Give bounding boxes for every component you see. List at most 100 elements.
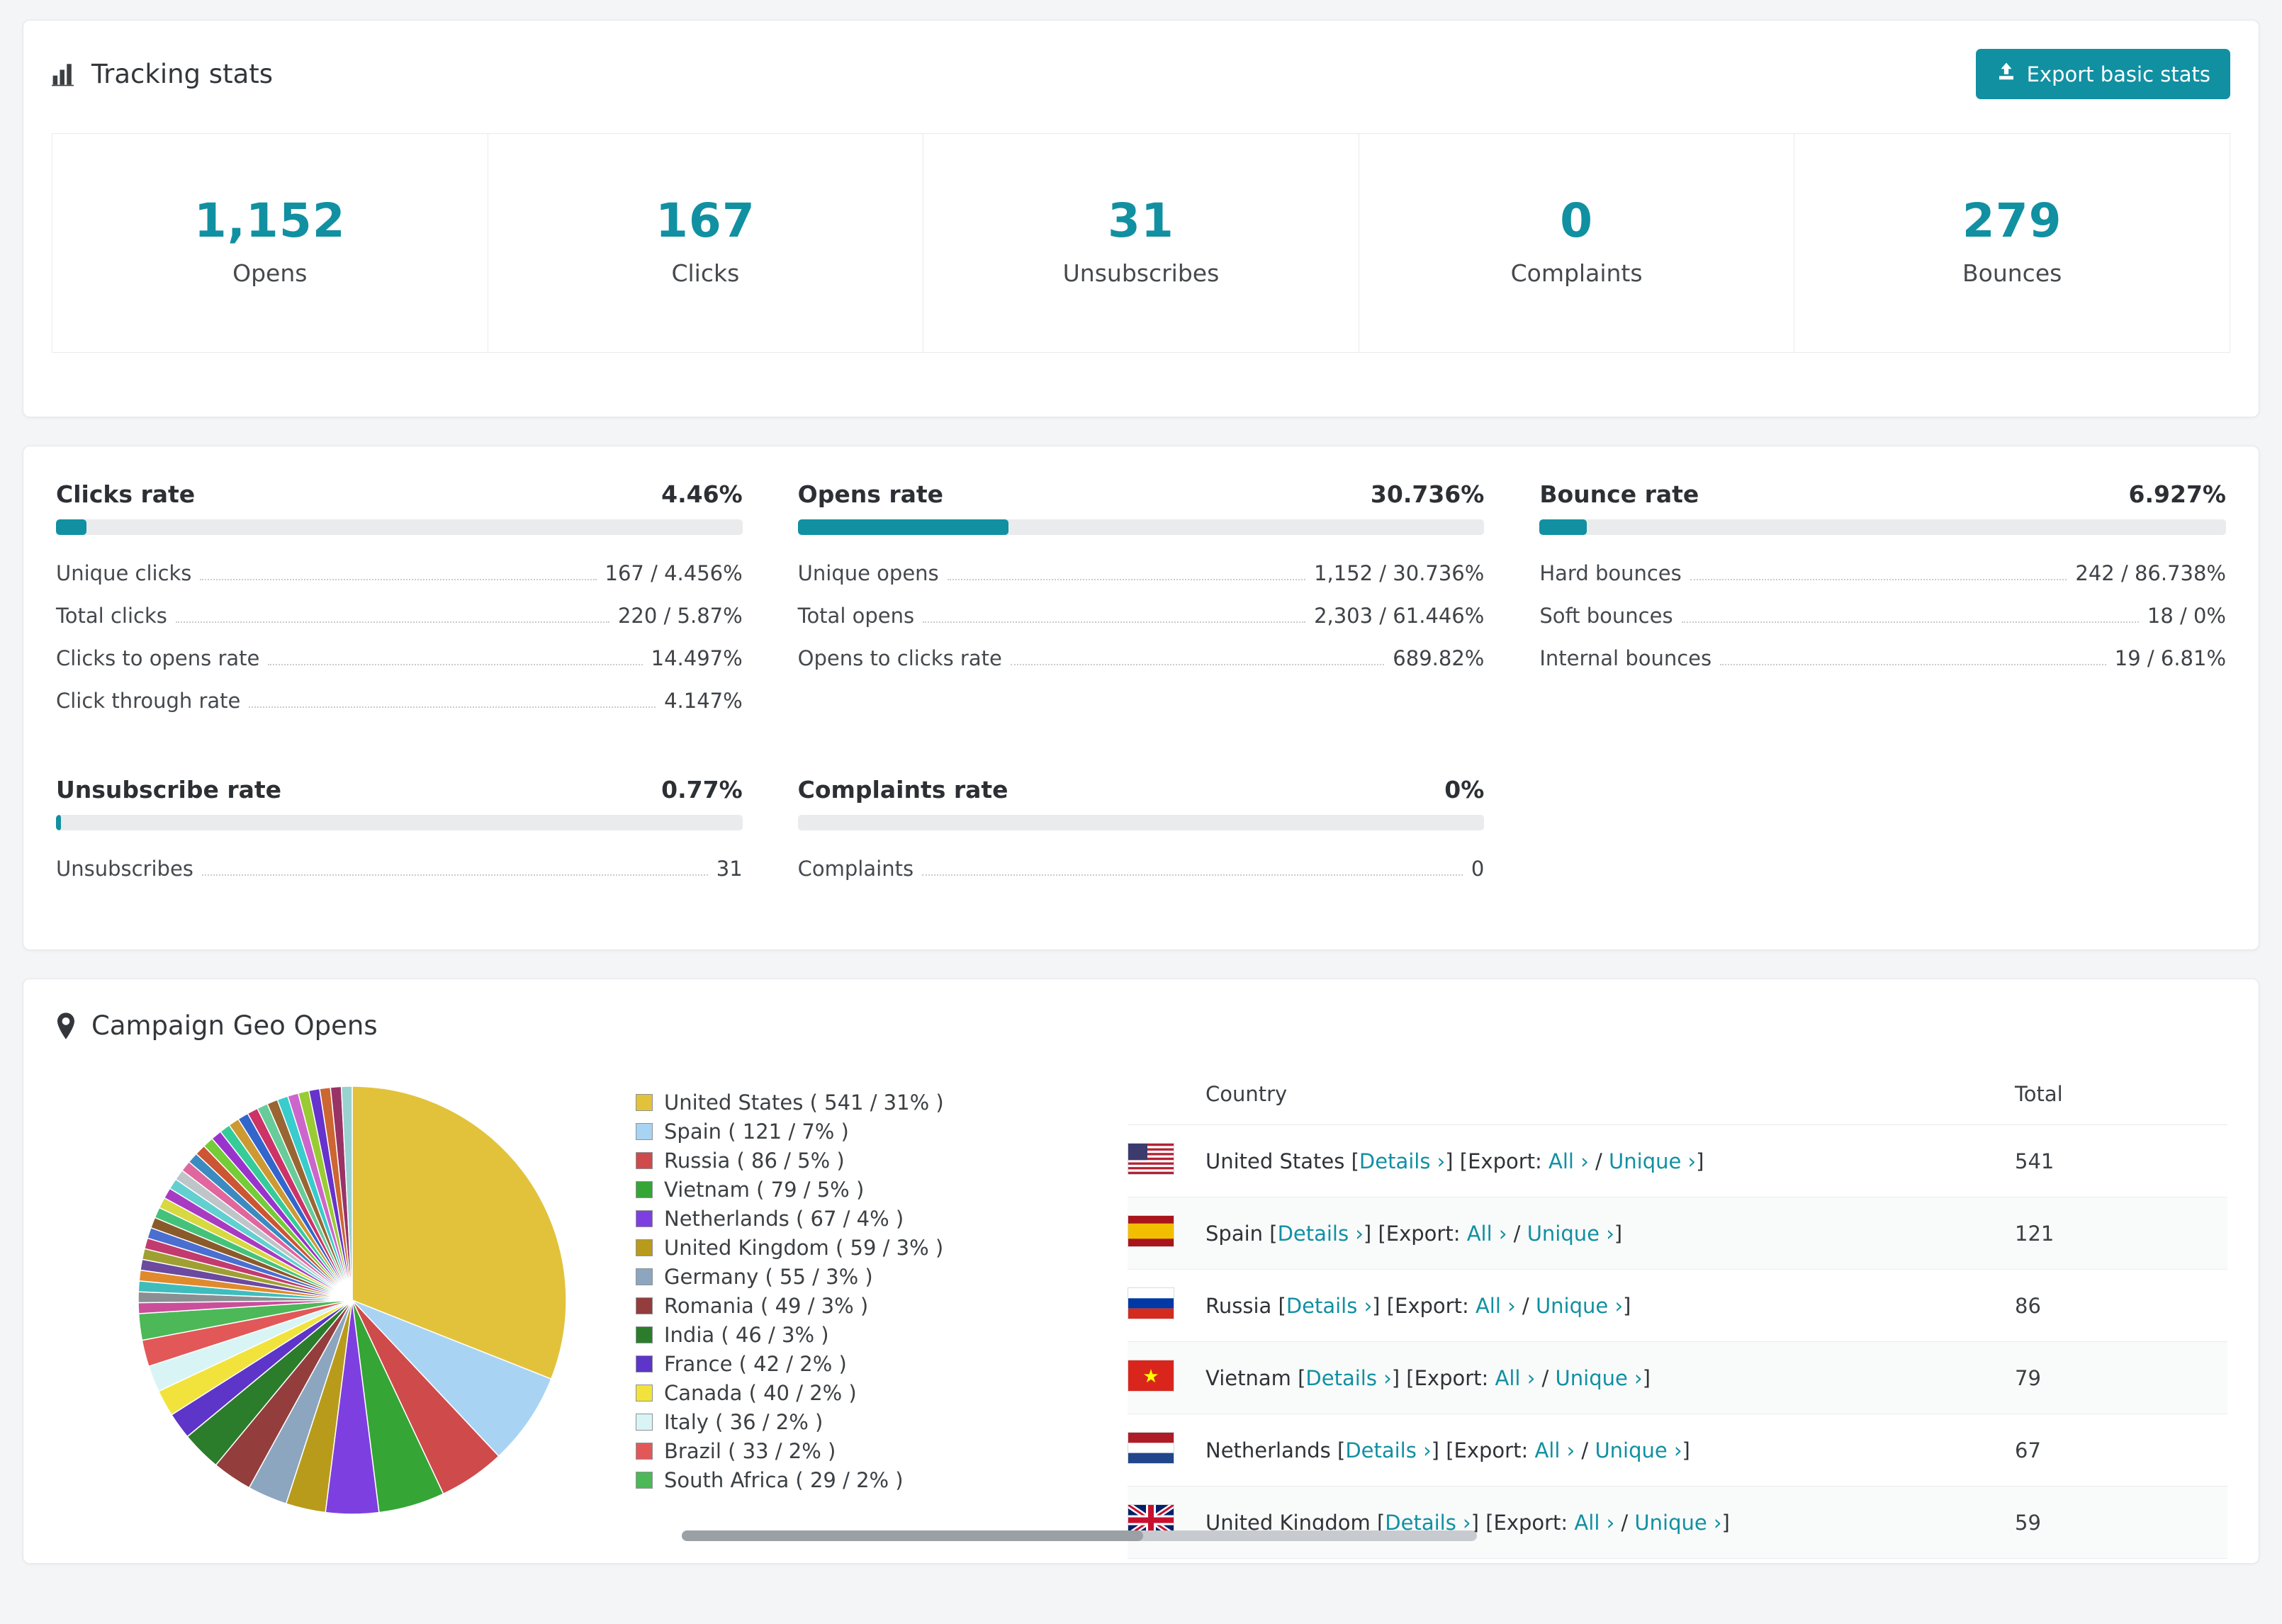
- export-icon: [1996, 61, 2017, 87]
- rate-value: 0.77%: [661, 776, 743, 803]
- details-link-ru[interactable]: Details ›: [1286, 1294, 1372, 1318]
- export-all-link-nl[interactable]: All ›: [1534, 1438, 1575, 1462]
- country-total: 67: [2015, 1414, 2227, 1487]
- flag-cell: [1128, 1414, 1205, 1487]
- legend-swatch: [636, 1239, 653, 1256]
- geo-opens-title: Campaign Geo Opens: [55, 1010, 2227, 1041]
- geo-table-header-row: Country Total: [1128, 1064, 2227, 1125]
- tracking-stats-title-text: Tracking stats: [91, 59, 274, 89]
- stat-line-value: 18 / 0%: [2147, 604, 2226, 628]
- country-column-header: Country: [1205, 1064, 2015, 1125]
- geo-content: United States ( 541 / 31% ) Spain ( 121 /…: [55, 1059, 2227, 1563]
- country-cell: United States [Details ›] [Export: All ›…: [1205, 1124, 2015, 1197]
- stat-line-value: 220 / 5.87%: [617, 604, 743, 628]
- rate-block-complaints-rate: Complaints rate 0% Complaints 0: [797, 776, 1485, 890]
- legend-label: Netherlands ( 67 / 4% ): [664, 1206, 904, 1231]
- export-all-link-us[interactable]: All ›: [1548, 1149, 1589, 1173]
- horizontal-scrollbar[interactable]: [682, 1530, 1477, 1541]
- export-unique-link-ru[interactable]: Unique ›: [1536, 1294, 1623, 1318]
- es-flag-icon: [1128, 1215, 1174, 1247]
- stat-box-complaints: 0 Complaints: [1358, 133, 1795, 353]
- total-column-header: Total: [2015, 1064, 2227, 1125]
- legend-swatch: [636, 1413, 653, 1431]
- rate-head: Complaints rate 0%: [798, 776, 1485, 803]
- tracking-stats-card: Tracking stats Export basic stats 1,152 O…: [23, 20, 2259, 417]
- stat-line-value: 1,152 / 30.736%: [1314, 561, 1485, 585]
- details-link-us[interactable]: Details ›: [1359, 1149, 1445, 1173]
- country-cell: Vietnam [Details ›] [Export: All › / Uni…: [1205, 1341, 2015, 1414]
- stat-line-label: Hard bounces: [1539, 561, 1682, 585]
- legend-swatch: [636, 1180, 653, 1198]
- stat-line-value: 4.147%: [664, 689, 743, 713]
- legend-item-netherlands: Netherlands ( 67 / 4% ): [636, 1204, 1033, 1233]
- export-unique-link-us[interactable]: Unique ›: [1609, 1149, 1696, 1173]
- legend-label: United States ( 541 / 31% ): [664, 1090, 944, 1115]
- progress-fill: [797, 519, 1009, 535]
- geo-legend: United States ( 541 / 31% ) Spain ( 121 /…: [636, 1088, 1033, 1563]
- legend-label: Russia ( 86 / 5% ): [664, 1148, 845, 1173]
- legend-item-india: India ( 46 / 3% ): [636, 1320, 1033, 1349]
- rate-block-opens-rate: Opens rate 30.736% Unique opens 1,152 / 30.…: [797, 480, 1485, 722]
- stat-box-bounces: 279 Bounces: [1794, 133, 2230, 353]
- stat-line-unique-opens: Unique opens 1,152 / 30.736%: [798, 552, 1485, 594]
- stat-line-label: Complaints: [797, 857, 914, 881]
- geo-table-row-de: Germany [Details ›] [Export: All › / Uni…: [1128, 1558, 2227, 1563]
- stat-box-unsubscribes: 31 Unsubscribes: [923, 133, 1359, 353]
- export-all-link-es[interactable]: All ›: [1467, 1222, 1507, 1246]
- dotted-leader: [201, 874, 708, 876]
- stat-line-total-clicks: Total clicks 220 / 5.87%: [56, 594, 743, 637]
- rate-value: 6.927%: [2128, 480, 2226, 508]
- flag-cell: [1128, 1269, 1205, 1342]
- rate-rows: Unique clicks 167 / 4.456% Total clicks 220…: [56, 552, 743, 722]
- export-unique-link-es[interactable]: Unique ›: [1527, 1222, 1614, 1246]
- details-link-nl[interactable]: Details ›: [1345, 1438, 1431, 1462]
- rate-head: Unsubscribe rate 0.77%: [56, 776, 743, 803]
- stat-line-label: Clicks to opens rate: [56, 646, 260, 670]
- country-cell: Spain [Details ›] [Export: All › / Uniqu…: [1205, 1197, 2015, 1270]
- export-basic-stats-button[interactable]: Export basic stats: [1975, 49, 2230, 99]
- stat-line-value: 689.82%: [1393, 646, 1485, 670]
- dotted-leader: [1690, 579, 2067, 580]
- flag-cell: [1128, 1558, 1205, 1563]
- stat-line-label: Click through rate: [56, 689, 241, 713]
- export-unique-link-gb[interactable]: Unique ›: [1634, 1511, 1721, 1535]
- flag-cell: [1128, 1197, 1205, 1270]
- stat-label: Bounces: [1962, 259, 2062, 287]
- details-link-es[interactable]: Details ›: [1278, 1222, 1364, 1246]
- country-cell: Russia [Details ›] [Export: All › / Uniq…: [1205, 1269, 2015, 1342]
- stat-box-clicks: 167 Clicks: [487, 133, 924, 353]
- stat-line-value: 14.497%: [651, 646, 743, 670]
- export-unique-link-vn[interactable]: Unique ›: [1556, 1366, 1643, 1390]
- ru-flag-icon: [1128, 1287, 1174, 1319]
- rate-head: Clicks rate 4.46%: [56, 480, 743, 508]
- legend-item-italy: Italy ( 36 / 2% ): [636, 1407, 1033, 1436]
- export-unique-link-nl[interactable]: Unique ›: [1595, 1438, 1682, 1462]
- dotted-leader: [1010, 664, 1385, 665]
- stat-value: 167: [656, 193, 755, 248]
- legend-swatch: [636, 1471, 653, 1489]
- geo-table: Country Total United States [Details ›] …: [1126, 1064, 2227, 1563]
- legend-label: Canada ( 40 / 2% ): [664, 1380, 857, 1405]
- geo-table-row-vn: ★ Vietnam [Details ›] [Export: All › / Un…: [1128, 1341, 2227, 1414]
- export-all-link-ru[interactable]: All ›: [1476, 1294, 1516, 1318]
- us-flag-icon: [1128, 1143, 1174, 1175]
- stat-line-value: 2,303 / 61.446%: [1314, 604, 1485, 628]
- rate-head: Bounce rate 6.927%: [1539, 480, 2226, 508]
- details-link-vn[interactable]: Details ›: [1305, 1366, 1391, 1390]
- legend-swatch: [636, 1151, 653, 1169]
- stat-value: 279: [1962, 193, 2062, 248]
- stat-line-label: Total opens: [797, 604, 915, 628]
- legend-item-romania: Romania ( 49 / 3% ): [636, 1291, 1033, 1320]
- export-all-link-vn[interactable]: All ›: [1495, 1366, 1536, 1390]
- flag-column-header: [1128, 1064, 1205, 1125]
- progress-fill: [56, 815, 62, 830]
- horizontal-scrollbar-thumb[interactable]: [682, 1530, 1143, 1541]
- geo-table-row-us: United States [Details ›] [Export: All ›…: [1128, 1124, 2227, 1197]
- rate-block-bounce-rate: Bounce rate 6.927% Hard bounces 242 / 86.73…: [1539, 480, 2226, 722]
- rate-title: Bounce rate: [1539, 480, 1699, 508]
- legend-item-united-states: United States ( 541 / 31% ): [636, 1088, 1033, 1117]
- export-all-link-gb[interactable]: All ›: [1574, 1511, 1614, 1535]
- legend-swatch: [636, 1355, 653, 1372]
- progress-track: [797, 815, 1485, 830]
- stat-line-label: Internal bounces: [1539, 646, 1712, 670]
